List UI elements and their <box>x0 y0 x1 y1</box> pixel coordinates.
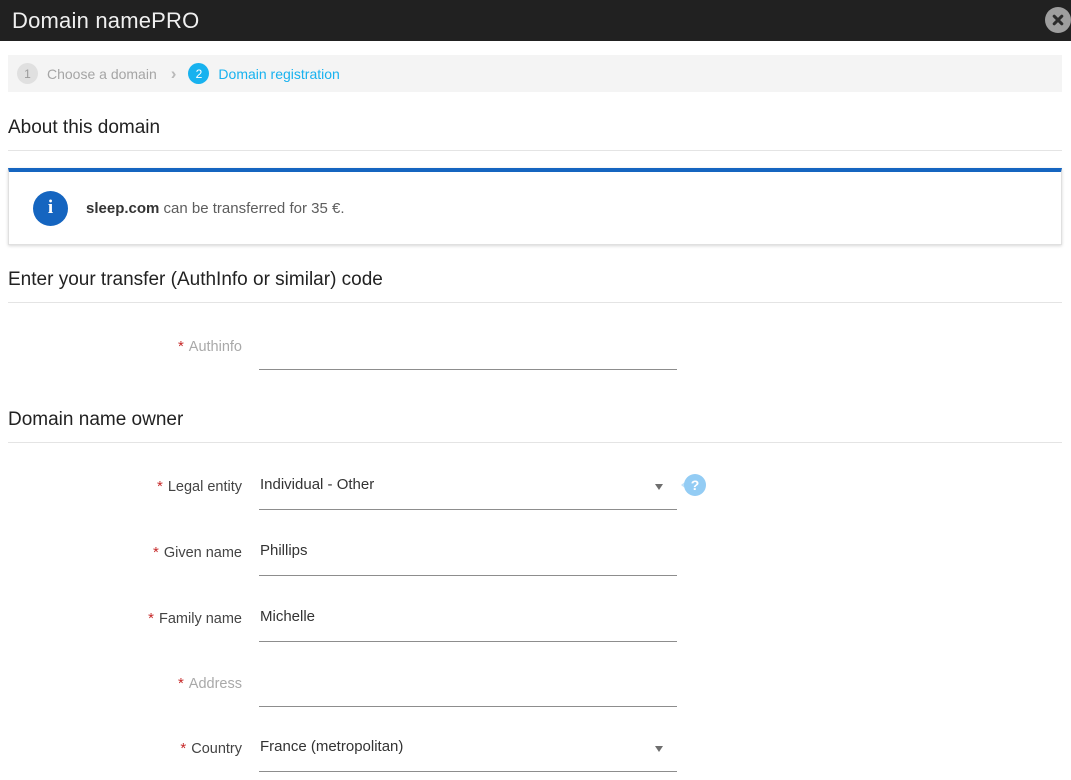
section-heading-transfer: Enter your transfer (AuthInfo or similar… <box>8 269 1062 303</box>
step-1-number: 1 <box>17 63 38 84</box>
address-label: * Address <box>178 675 242 692</box>
close-button[interactable] <box>1045 7 1071 33</box>
country-value: France (metropolitan) <box>260 738 404 755</box>
authinfo-input[interactable] <box>259 330 677 370</box>
country-select[interactable]: France (metropolitan) <box>259 732 677 772</box>
info-banner: i sleep.com can be transferred for 35 €. <box>8 168 1062 245</box>
required-asterisk: * <box>148 610 154 627</box>
info-banner-text: sleep.com can be transferred for 35 €. <box>86 200 344 217</box>
given-name-input[interactable]: Phillips <box>259 536 677 576</box>
legal-entity-select[interactable]: Individual - Other <box>259 470 677 510</box>
legal-entity-label-text: Legal entity <box>167 479 242 495</box>
domain-registration-window: Domain namePRO 1 Choose a domain › 2 Dom… <box>0 0 1071 780</box>
breadcrumb-step-1[interactable]: 1 Choose a domain <box>17 63 157 84</box>
step-2-number: 2 <box>188 63 210 84</box>
legal-entity-label: * Legal entity <box>157 478 242 495</box>
family-name-label-text: Family name <box>159 611 242 627</box>
section-heading-about: About this domain <box>8 117 1062 151</box>
form-row-family-name: * Family name Michelle <box>0 602 1071 668</box>
address-label-text: Address <box>188 676 242 692</box>
family-name-input[interactable]: Michelle <box>259 602 677 642</box>
form-row-legal-entity: * Legal entity Individual - Other ? <box>0 470 1071 536</box>
required-asterisk: * <box>177 675 184 692</box>
given-name-value: Phillips <box>260 542 308 559</box>
family-name-value: Michelle <box>260 608 316 625</box>
form-row-country: * Country France (metropolitan) <box>0 732 1071 780</box>
form-row-address: * Address <box>0 667 1071 733</box>
chevron-down-icon <box>655 746 663 752</box>
form-row-authinfo: * Authinfo <box>0 330 1071 396</box>
required-asterisk: * <box>180 740 187 757</box>
country-label: * Country <box>180 740 242 757</box>
given-name-label: * Given name <box>153 544 242 561</box>
info-icon: i <box>33 190 68 226</box>
info-banner-message: can be transferred for 35 €. <box>159 199 345 217</box>
family-name-label: * Family name <box>148 610 242 627</box>
required-asterisk: * <box>177 338 184 355</box>
chevron-down-icon <box>655 484 663 490</box>
required-asterisk: * <box>156 478 163 495</box>
country-label-text: Country <box>191 741 242 757</box>
info-banner-domain: sleep.com <box>86 199 160 217</box>
form-row-given-name: * Given name Phillips <box>0 536 1071 602</box>
legal-entity-help-button[interactable]: ? <box>679 471 709 499</box>
step-2-label: Domain registration <box>218 65 340 82</box>
svg-text:?: ? <box>691 477 700 493</box>
address-input[interactable] <box>259 667 677 707</box>
close-icon <box>1052 14 1064 26</box>
legal-entity-value: Individual - Other <box>260 476 375 493</box>
title-bar: Domain namePRO <box>0 0 1071 41</box>
help-icon: ? <box>681 474 706 496</box>
breadcrumb: 1 Choose a domain › 2 Domain registratio… <box>8 55 1062 92</box>
authinfo-label: * Authinfo <box>178 338 242 355</box>
step-1-label: Choose a domain <box>47 65 157 82</box>
section-heading-owner: Domain name owner <box>8 409 1062 443</box>
authinfo-label-text: Authinfo <box>188 339 242 355</box>
breadcrumb-step-2[interactable]: 2 Domain registration <box>188 63 340 84</box>
window-title: Domain namePRO <box>12 7 200 33</box>
given-name-label-text: Given name <box>163 545 242 561</box>
breadcrumb-separator-icon: › <box>170 64 177 83</box>
required-asterisk: * <box>152 544 159 561</box>
